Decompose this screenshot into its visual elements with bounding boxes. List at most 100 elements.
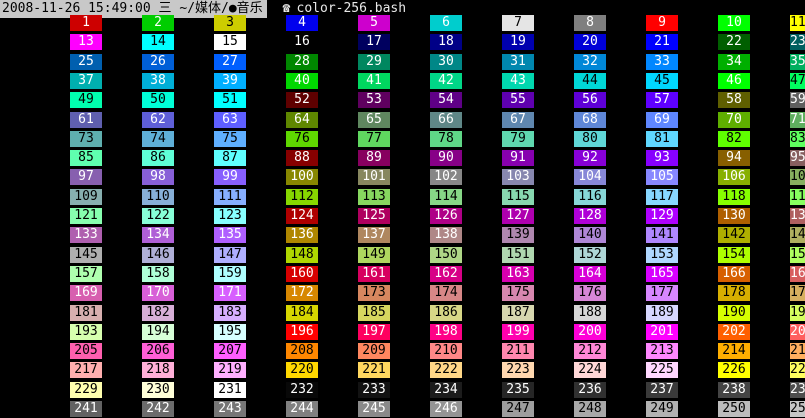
- color-cell-231: 231: [214, 381, 246, 398]
- color-cell-161: 161: [358, 265, 390, 282]
- color-cell-52: 52: [286, 92, 318, 109]
- color-cell-171: 171: [214, 285, 246, 302]
- color-cell-86: 86: [142, 150, 174, 167]
- color-cell-170: 170: [142, 285, 174, 302]
- color-cell-163: 163: [502, 265, 534, 282]
- color-cell-99: 99: [214, 169, 246, 186]
- color-cell-121: 121: [70, 208, 102, 224]
- color-cell-68: 68: [574, 111, 606, 128]
- color-cell-34: 34: [718, 53, 750, 70]
- color-cell-143: 143: [790, 227, 805, 244]
- color-cell-211: 211: [502, 343, 534, 360]
- color-cell-238: 238: [718, 381, 750, 398]
- color-cell-229: 229: [70, 381, 102, 398]
- color-cell-243: 243: [214, 401, 246, 417]
- color-cell-162: 162: [430, 265, 462, 282]
- color-cell-169: 169: [70, 285, 102, 302]
- color-cell-45: 45: [646, 72, 678, 89]
- color-cell-142: 142: [718, 227, 750, 244]
- color-cell-232: 232: [286, 381, 318, 398]
- color-cell-16: 16: [286, 34, 318, 51]
- color-cell-160: 160: [286, 265, 318, 282]
- color-cell-207: 207: [214, 343, 246, 360]
- color-cell-27: 27: [214, 53, 246, 70]
- color-cell-54: 54: [430, 92, 462, 109]
- color-cell-251: 251: [790, 401, 805, 417]
- color-cell-196: 196: [286, 323, 318, 340]
- color-cell-146: 146: [142, 246, 174, 263]
- color-cell-185: 185: [358, 304, 390, 321]
- color-cell-22: 22: [718, 34, 750, 51]
- color-cell-42: 42: [430, 72, 462, 89]
- color-cell-213: 213: [646, 343, 678, 360]
- color-cell-141: 141: [646, 227, 678, 244]
- color-cell-131: 131: [790, 208, 805, 224]
- color-cell-37: 37: [70, 72, 102, 89]
- color-cell-114: 114: [430, 188, 462, 205]
- color-cell-83: 83: [790, 130, 805, 147]
- color-cell-66: 66: [430, 111, 462, 128]
- color-cell-173: 173: [358, 285, 390, 302]
- color-cell-18: 18: [430, 34, 462, 51]
- color-cell-230: 230: [142, 381, 174, 398]
- color-cell-57: 57: [646, 92, 678, 109]
- color-cell-19: 19: [502, 34, 534, 51]
- color-cell-91: 91: [502, 150, 534, 167]
- color-cell-8: 8: [574, 15, 606, 31]
- color-cell-222: 222: [430, 362, 462, 379]
- color-cell-113: 113: [358, 188, 390, 205]
- color-cell-10: 10: [718, 15, 750, 31]
- color-cell-246: 246: [430, 401, 462, 417]
- color-cell-50: 50: [142, 92, 174, 109]
- color-cell-174: 174: [430, 285, 462, 302]
- color-cell-23: 23: [790, 34, 805, 51]
- color-cell-205: 205: [70, 343, 102, 360]
- color-cell-165: 165: [646, 265, 678, 282]
- color-cell-93: 93: [646, 150, 678, 167]
- color-cell-233: 233: [358, 381, 390, 398]
- color-cell-200: 200: [574, 323, 606, 340]
- color-cell-244: 244: [286, 401, 318, 417]
- color-cell-209: 209: [358, 343, 390, 360]
- color-cell-51: 51: [214, 92, 246, 109]
- color-cell-178: 178: [718, 285, 750, 302]
- color-cell-183: 183: [214, 304, 246, 321]
- color-cell-79: 79: [502, 130, 534, 147]
- color-cell-179: 179: [790, 285, 805, 302]
- color-cell-67: 67: [502, 111, 534, 128]
- color-cell-129: 129: [646, 208, 678, 224]
- color-cell-249: 249: [646, 401, 678, 417]
- color-cell-237: 237: [646, 381, 678, 398]
- color-cell-75: 75: [214, 130, 246, 147]
- color-cell-155: 155: [790, 246, 805, 263]
- color-cell-158: 158: [142, 265, 174, 282]
- color-cell-250: 250: [718, 401, 750, 417]
- color-cell-198: 198: [430, 323, 462, 340]
- color-cell-248: 248: [574, 401, 606, 417]
- color-cell-220: 220: [286, 362, 318, 379]
- color-cell-29: 29: [358, 53, 390, 70]
- color-cell-69: 69: [646, 111, 678, 128]
- color-cell-197: 197: [358, 323, 390, 340]
- color-cell-6: 6: [430, 15, 462, 31]
- color-cell-40: 40: [286, 72, 318, 89]
- color-cell-17: 17: [358, 34, 390, 51]
- color-cell-193: 193: [70, 323, 102, 340]
- color-cell-135: 135: [214, 227, 246, 244]
- color-grid: 1234567891011121314151617181920212223242…: [0, 0, 805, 418]
- color-cell-56: 56: [574, 92, 606, 109]
- color-cell-112: 112: [286, 188, 318, 205]
- color-cell-195: 195: [214, 323, 246, 340]
- color-cell-223: 223: [502, 362, 534, 379]
- color-cell-25: 25: [70, 53, 102, 70]
- color-cell-202: 202: [718, 323, 750, 340]
- color-cell-177: 177: [646, 285, 678, 302]
- color-cell-28: 28: [286, 53, 318, 70]
- color-cell-82: 82: [718, 130, 750, 147]
- color-cell-5: 5: [358, 15, 390, 31]
- color-cell-105: 105: [646, 169, 678, 186]
- color-cell-182: 182: [142, 304, 174, 321]
- color-cell-147: 147: [214, 246, 246, 263]
- color-cell-9: 9: [646, 15, 678, 31]
- color-cell-217: 217: [70, 362, 102, 379]
